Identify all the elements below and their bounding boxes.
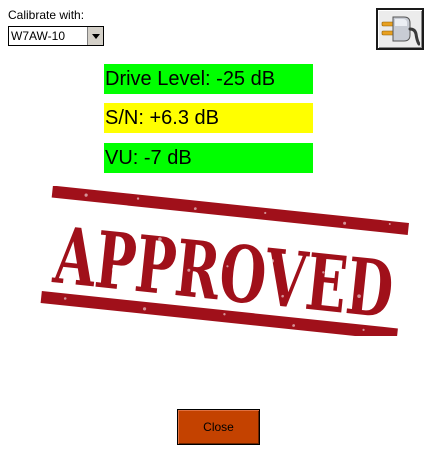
close-button[interactable]: Close (177, 409, 260, 445)
calibrate-label: Calibrate with: (8, 8, 85, 22)
plug-connect-icon (381, 16, 420, 46)
drive-level-meter: Drive Level: -25 dB (104, 64, 313, 94)
calibrate-select[interactable]: W7AW-10 (8, 26, 104, 46)
calibrate-selected-value: W7AW-10 (11, 29, 66, 43)
connect-plug-button[interactable] (376, 8, 424, 50)
snr-meter: S/N: +6.3 dB (104, 103, 313, 133)
dropdown-arrow-icon[interactable] (87, 27, 103, 45)
svg-text:APPROVED: APPROVED (49, 210, 397, 336)
vu-meter: VU: -7 dB (104, 143, 313, 173)
approved-stamp: APPROVED (40, 185, 410, 341)
